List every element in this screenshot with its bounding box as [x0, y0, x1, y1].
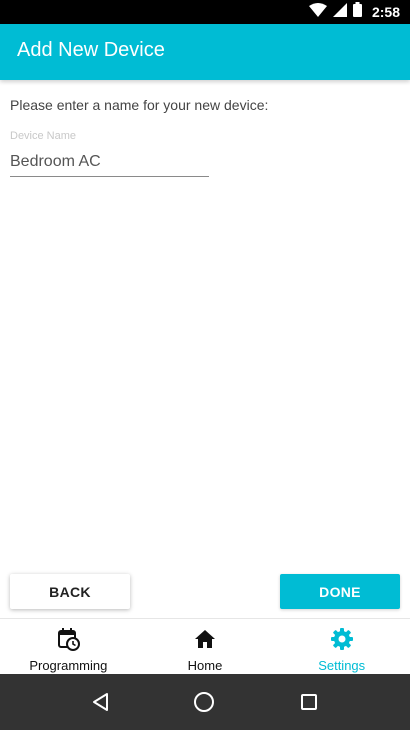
gear-icon	[330, 627, 354, 656]
calendar-clock-icon	[56, 627, 81, 656]
device-name-field[interactable]	[10, 148, 209, 177]
status-time: 2:58	[371, 4, 400, 20]
status-bar: 2:58	[0, 0, 410, 24]
done-button[interactable]: DONE	[280, 574, 400, 609]
back-button[interactable]: BACK	[10, 574, 130, 609]
app-bar: Add New Device	[0, 24, 410, 80]
recents-square-icon[interactable]	[298, 691, 320, 713]
page-title: Add New Device	[17, 39, 165, 61]
form-prompt: Please enter a name for your new device:	[10, 97, 269, 113]
back-triangle-icon[interactable]	[90, 691, 112, 713]
home-circle-icon[interactable]	[193, 691, 215, 713]
nav-label-home: Home	[187, 658, 223, 673]
nav-label-programming: Programming	[29, 658, 108, 673]
status-icons: 2:58	[308, 0, 400, 24]
device-name-label: Device Name	[10, 130, 77, 142]
battery-icon	[352, 2, 362, 22]
system-nav-bar	[0, 674, 410, 730]
nav-label-settings: Settings	[318, 658, 366, 673]
home-icon	[193, 627, 217, 656]
nav-item-settings[interactable]: Settings	[273, 619, 410, 675]
nav-item-programming[interactable]: Programming	[0, 619, 137, 675]
wifi-icon	[308, 2, 327, 22]
cell-signal-icon	[332, 2, 347, 22]
nav-item-home[interactable]: Home	[137, 619, 274, 675]
bottom-nav: Programming Home Settings	[0, 618, 410, 675]
